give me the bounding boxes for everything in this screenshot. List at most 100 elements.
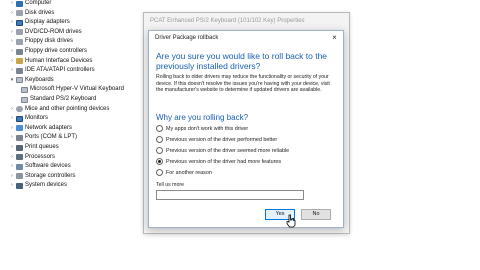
device-tree-category[interactable]: › Floppy drive controllers bbox=[9, 47, 87, 56]
device-tree-category[interactable]: › Monitors bbox=[9, 114, 48, 123]
device-tree: › Computer › Disk drives › Display adapters › D… bbox=[0, 0, 160, 270]
device-tree-label: System devices bbox=[25, 182, 68, 189]
device-tree-label: Keyboards bbox=[25, 76, 54, 83]
chevron-right-icon[interactable]: › bbox=[9, 153, 15, 162]
device-tree-label: Standard PS/2 Keyboard bbox=[30, 96, 97, 102]
monitor-icon bbox=[16, 115, 23, 122]
chevron-right-icon[interactable]: › bbox=[9, 37, 15, 46]
device-tree-category[interactable]: › Network adapters bbox=[9, 124, 72, 133]
ide-controller-icon bbox=[16, 67, 23, 74]
software-device-icon bbox=[16, 163, 23, 170]
chevron-right-icon[interactable]: › bbox=[9, 162, 15, 171]
radio-button[interactable] bbox=[156, 136, 163, 143]
driver-rollback-dialog: Driver Package rollback × Are you sure y… bbox=[148, 30, 344, 228]
chevron-right-icon[interactable]: › bbox=[9, 124, 15, 133]
no-button[interactable]: No bbox=[301, 209, 331, 220]
hand-cursor-icon bbox=[286, 214, 296, 228]
close-icon[interactable]: × bbox=[330, 33, 339, 42]
reason-option-label: Previous version of the driver performed… bbox=[166, 136, 278, 143]
device-tree-category[interactable]: › Ports (COM & LPT) bbox=[9, 133, 77, 142]
tell-us-more-label: Tell us more bbox=[156, 182, 184, 188]
device-tree-label: Microsoft Hyper-V Virtual Keyboard bbox=[30, 86, 124, 93]
device-tree-child-item[interactable]: Standard PS/2 Keyboard bbox=[20, 95, 96, 104]
device-tree-label: Floppy drive controllers bbox=[25, 48, 88, 54]
device-tree-category[interactable]: › DVD/CD-ROM drives bbox=[9, 28, 82, 37]
device-tree-category[interactable]: › Floppy disk drives bbox=[9, 37, 73, 46]
display-adapter-icon bbox=[16, 19, 23, 26]
device-tree-label: IDE ATA/ATAPI controllers bbox=[25, 67, 95, 74]
radio-button[interactable] bbox=[156, 147, 163, 154]
computer-icon bbox=[16, 0, 23, 7]
mouse-icon bbox=[16, 106, 23, 113]
dialog-heading: Are you sure you would like to roll back… bbox=[156, 51, 328, 71]
chevron-right-icon[interactable]: › bbox=[9, 18, 15, 27]
device-tree-label: Network adapters bbox=[25, 124, 73, 131]
device-tree-label: DVD/CD-ROM drives bbox=[25, 28, 82, 35]
device-tree-label: Storage controllers bbox=[25, 172, 76, 179]
device-tree-label: Disk drives bbox=[25, 9, 55, 16]
network-adapter-icon bbox=[16, 125, 23, 132]
chevron-right-icon[interactable]: › bbox=[9, 0, 15, 8]
reason-option-more-features[interactable]: Previous version of the driver had more … bbox=[156, 157, 281, 166]
reason-option-more-reliable[interactable]: Previous version of the driver seemed mo… bbox=[156, 146, 289, 155]
processor-icon bbox=[16, 154, 23, 161]
chevron-right-icon[interactable]: › bbox=[9, 172, 15, 181]
floppy-drive-icon bbox=[16, 38, 23, 45]
storage-controller-icon bbox=[16, 173, 23, 180]
radio-button[interactable] bbox=[156, 125, 163, 132]
device-tree-category[interactable]: › Storage controllers bbox=[9, 172, 75, 181]
chevron-down-icon[interactable]: ▾ bbox=[9, 76, 15, 85]
device-tree-category[interactable]: ▾ Keyboards bbox=[9, 76, 54, 85]
properties-window-title: PCAT Enhanced PS/2 Keyboard (101/102 Key… bbox=[150, 18, 305, 24]
reason-option-label: Previous version of the driver seemed mo… bbox=[166, 147, 290, 154]
chevron-right-icon[interactable]: › bbox=[9, 9, 15, 18]
chevron-right-icon[interactable]: › bbox=[9, 66, 15, 75]
reason-option-another-reason[interactable]: For another reason bbox=[156, 168, 212, 177]
printer-icon bbox=[16, 144, 23, 151]
device-tree-label: Processors bbox=[25, 153, 56, 160]
radio-button[interactable] bbox=[156, 158, 163, 165]
reason-option-label: Previous version of the driver had more … bbox=[166, 158, 282, 165]
device-tree-label: Display adapters bbox=[25, 19, 70, 26]
device-tree-category[interactable]: › Human Interface Devices bbox=[9, 57, 92, 66]
reason-option-label: My apps don't work with this driver bbox=[166, 125, 249, 132]
rollback-reason-question: Why are you rolling back? bbox=[156, 113, 249, 122]
system-device-icon bbox=[16, 182, 23, 189]
chevron-right-icon[interactable]: › bbox=[9, 28, 15, 37]
device-tree-category[interactable]: › Display adapters bbox=[9, 18, 70, 27]
device-tree-label: Software devices bbox=[25, 163, 71, 170]
port-icon bbox=[16, 134, 23, 141]
device-tree-category[interactable]: › Print queues bbox=[9, 143, 59, 152]
chevron-right-icon[interactable]: › bbox=[9, 114, 15, 123]
reason-option-label: For another reason bbox=[166, 169, 212, 176]
device-tree-category[interactable]: › Software devices bbox=[9, 162, 71, 171]
tell-us-more-input[interactable] bbox=[156, 190, 304, 200]
dialog-description: Rolling back to older drivers may reduce… bbox=[156, 74, 330, 94]
chevron-right-icon[interactable]: › bbox=[9, 105, 15, 114]
device-tree-label: Monitors bbox=[25, 115, 49, 122]
device-tree-category[interactable]: › IDE ATA/ATAPI controllers bbox=[9, 66, 95, 75]
device-tree-label: Ports (COM & LPT) bbox=[25, 134, 78, 141]
floppy-controller-icon bbox=[16, 48, 23, 55]
device-tree-category[interactable]: › System devices bbox=[9, 181, 67, 190]
hid-icon bbox=[16, 58, 23, 65]
disk-drive-icon bbox=[16, 10, 23, 17]
device-tree-category[interactable]: › Processors bbox=[9, 153, 55, 162]
reason-option-apps-dont-work[interactable]: My apps don't work with this driver bbox=[156, 124, 248, 133]
chevron-right-icon[interactable]: › bbox=[9, 133, 15, 142]
keyboard-icon bbox=[16, 77, 23, 84]
chevron-right-icon[interactable]: › bbox=[9, 57, 15, 66]
dvd-drive-icon bbox=[16, 29, 23, 36]
radio-button[interactable] bbox=[156, 169, 163, 176]
chevron-right-icon[interactable]: › bbox=[9, 181, 15, 190]
device-tree-child-item[interactable]: Microsoft Hyper-V Virtual Keyboard bbox=[20, 85, 124, 94]
dialog-title: Driver Package rollback bbox=[155, 34, 219, 41]
chevron-right-icon[interactable]: › bbox=[9, 143, 15, 152]
device-tree-category[interactable]: › Mice and other pointing devices bbox=[9, 105, 109, 114]
reason-option-performed-better[interactable]: Previous version of the driver performed… bbox=[156, 135, 277, 144]
device-tree-category[interactable]: › Disk drives bbox=[9, 9, 54, 18]
device-tree-label: Print queues bbox=[25, 144, 59, 150]
device-tree-label: Mice and other pointing devices bbox=[25, 105, 110, 112]
device-tree-category[interactable]: › Computer bbox=[9, 0, 51, 8]
chevron-right-icon[interactable]: › bbox=[9, 47, 15, 56]
